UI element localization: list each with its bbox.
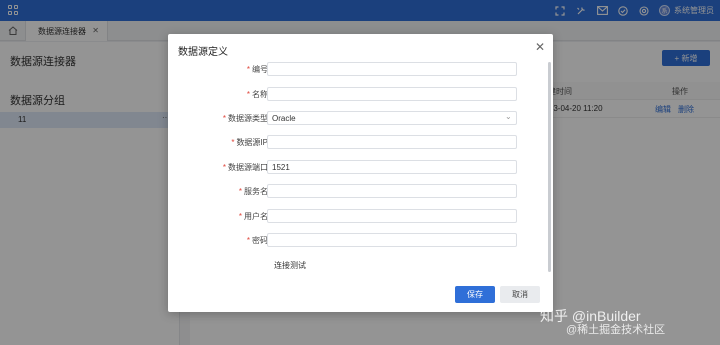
chevron-down-icon: ⌄ xyxy=(505,112,512,121)
field-label-password: * 密码 xyxy=(246,236,268,245)
cancel-button[interactable]: 取消 xyxy=(500,286,540,303)
form-row-name: * 名称 xyxy=(168,87,553,102)
form-row-ip: * 数据源IP xyxy=(168,135,553,150)
field-label-type: * 数据源类型 xyxy=(222,114,268,123)
form-row-type: * 数据源类型 Oracle ⌄ xyxy=(168,111,553,126)
field-label-username: * 用户名 xyxy=(238,212,268,221)
form-row-username: * 用户名 xyxy=(168,209,553,224)
name-input[interactable] xyxy=(267,87,517,101)
field-label-port: * 数据源端口 xyxy=(222,163,268,172)
datasource-dialog: 数据源定义 ✕ * 编号 * 名称 * 数据源类型 Oracle ⌄ * 数据源IP *… xyxy=(168,34,553,312)
field-label-code: * 编号 xyxy=(246,65,268,74)
dialog-title: 数据源定义 xyxy=(178,47,228,58)
password-input[interactable] xyxy=(267,233,517,247)
field-label-name: * 名称 xyxy=(246,90,268,99)
watermark-line2: @稀土掘金技术社区 xyxy=(566,324,666,336)
form-row-password: * 密码 xyxy=(168,233,553,248)
code-input[interactable] xyxy=(267,62,517,76)
field-label-ip: * 数据源IP xyxy=(231,138,268,147)
watermark: 知乎 @inBuilder @稀土掘金技术社区 xyxy=(540,306,665,336)
username-input[interactable] xyxy=(267,209,517,223)
form-row-service: * 服务名 xyxy=(168,184,553,199)
form-row-code: * 编号 xyxy=(168,62,553,77)
field-label-service: * 服务名 xyxy=(238,187,268,196)
datasource-type-select[interactable]: Oracle xyxy=(267,111,517,125)
port-input[interactable] xyxy=(267,160,517,174)
form-row-port: * 数据源端口 xyxy=(168,160,553,175)
close-icon[interactable]: ✕ xyxy=(535,40,545,54)
save-button[interactable]: 保存 xyxy=(455,286,495,303)
service-name-input[interactable] xyxy=(267,184,517,198)
ip-input[interactable] xyxy=(267,135,517,149)
test-connection-button[interactable]: 连接测试 xyxy=(267,258,313,273)
